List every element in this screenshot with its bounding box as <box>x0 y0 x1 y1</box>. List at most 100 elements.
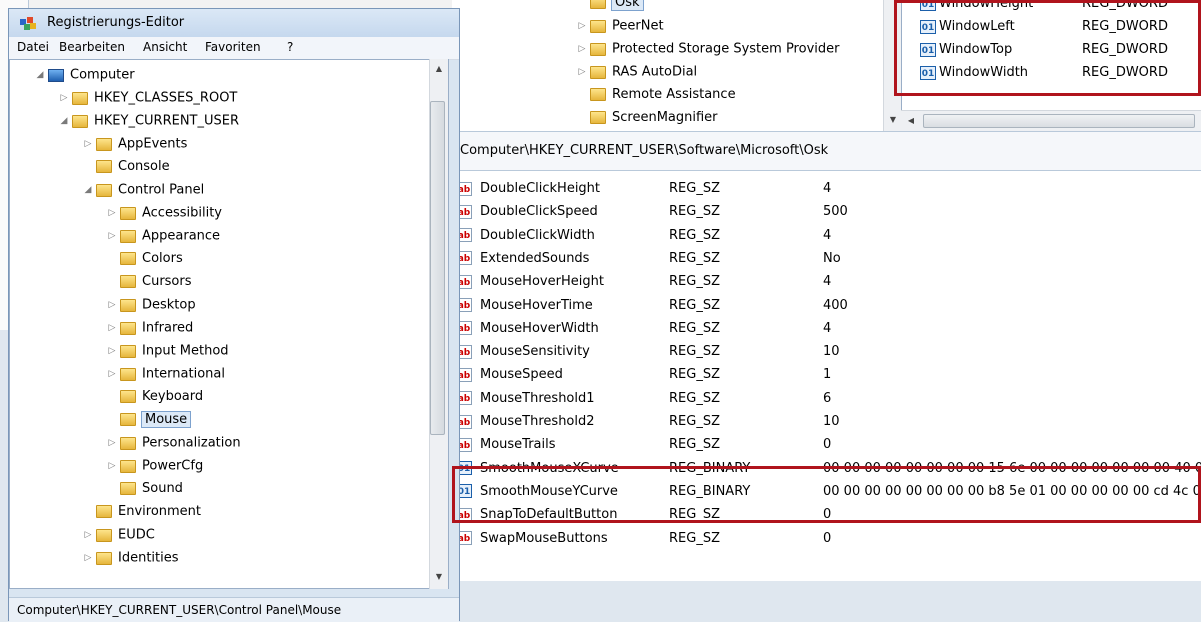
tree-node[interactable]: ◢ Computer <box>34 64 135 86</box>
title-bar[interactable]: Registrierungs-Editor <box>9 9 459 37</box>
expand-toggle-icon[interactable]: ▷ <box>106 432 118 454</box>
value-data: 4 <box>823 274 832 290</box>
scroll-down-arrow-icon[interactable]: ▼ <box>431 569 447 585</box>
top-tree-node[interactable]: ▷ Protected Storage System Provider <box>576 38 840 60</box>
tree-node-label: Identities <box>118 550 179 566</box>
tree-node[interactable]: ▷ Infrared <box>106 317 194 339</box>
expand-toggle-icon[interactable]: ▷ <box>106 317 118 339</box>
value-type: REG_SZ <box>669 181 720 196</box>
value-name: SwapMouseButtons <box>480 530 608 546</box>
top-tree-node[interactable]: ScreenMagnifier <box>576 107 718 129</box>
menu-ansicht[interactable]: Ansicht <box>143 40 187 54</box>
tree-scroll-thumb[interactable] <box>430 101 445 435</box>
expand-toggle-icon[interactable]: ▷ <box>82 547 94 569</box>
value-row[interactable]: ab DoubleClickWidth REG_SZ 4 <box>456 224 1196 247</box>
value-data: 4 <box>823 320 832 336</box>
value-row[interactable]: ab MouseThreshold1 REG_SZ 6 <box>456 387 1196 410</box>
value-row[interactable]: ab SwapMouseButtons REG_SZ 0 <box>456 527 1196 550</box>
tree-node[interactable]: ▷ Desktop <box>106 294 196 316</box>
top-tree-node-label: Protected Storage System Provider <box>612 41 840 57</box>
tree-node[interactable]: ▷ HKEY_CLASSES_ROOT <box>58 87 238 109</box>
tree-node[interactable]: ▷ AppEvents <box>82 133 188 155</box>
value-row[interactable]: ab MouseTrails REG_SZ 0 <box>456 433 1196 456</box>
tree-node[interactable]: Mouse <box>106 409 192 431</box>
tree-node[interactable]: Console <box>82 156 170 178</box>
value-row[interactable]: ab DoubleClickHeight REG_SZ 4 <box>456 177 1196 200</box>
tree-node[interactable]: ▷ Personalization <box>106 432 241 454</box>
value-name: MouseHoverTime <box>480 297 593 313</box>
top-tree-node[interactable]: ▷ RAS AutoDial <box>576 61 698 83</box>
tree-node[interactable]: ▷ International <box>106 363 225 385</box>
value-row[interactable]: ab DoubleClickSpeed REG_SZ 500 <box>456 200 1196 223</box>
top-statusbar: Computer\HKEY_CURRENT_USER\Software\Micr… <box>452 131 1201 171</box>
tree-node[interactable]: ▷ PowerCfg <box>106 455 204 477</box>
value-row[interactable]: ab MouseSensitivity REG_SZ 10 <box>456 340 1196 363</box>
value-data: 6 <box>823 390 832 406</box>
value-row[interactable]: ab MouseSpeed REG_SZ 1 <box>456 363 1196 386</box>
menu-bearbeiten[interactable]: Bearbeiten <box>59 40 125 54</box>
expand-toggle-icon[interactable]: ▷ <box>58 87 70 109</box>
desktop-background <box>452 581 1201 621</box>
tree-node[interactable]: Environment <box>82 501 201 523</box>
folder-icon <box>590 42 606 56</box>
expand-toggle-icon[interactable]: ▷ <box>106 363 118 385</box>
tree-node[interactable]: ▷ Input Method <box>106 340 229 362</box>
tree-node[interactable]: ◢ HKEY_CURRENT_USER <box>58 110 239 132</box>
tree-node[interactable]: Colors <box>106 248 183 270</box>
expand-toggle-icon[interactable]: ▷ <box>106 455 118 477</box>
tree-node-label: EUDC <box>118 527 155 543</box>
scroll-down-arrow-icon[interactable]: ▼ <box>885 112 901 128</box>
top-values-hscrollbar[interactable]: ◀ <box>901 110 1201 132</box>
tree-node[interactable]: Cursors <box>106 271 192 293</box>
tree-node[interactable]: Keyboard <box>106 386 203 408</box>
tree-node[interactable]: Sound <box>106 478 183 500</box>
value-row[interactable]: ab MouseHoverHeight REG_SZ 4 <box>456 270 1196 293</box>
expand-toggle-icon[interactable]: ▷ <box>106 340 118 362</box>
registry-editor-window: Registrierungs-Editor Datei Bearbeiten A… <box>8 8 460 622</box>
expand-toggle-icon[interactable]: ◢ <box>34 64 46 86</box>
value-row[interactable]: ab MouseHoverTime REG_SZ 400 <box>456 294 1196 317</box>
expand-toggle-icon[interactable]: ◢ <box>82 179 94 201</box>
value-row[interactable]: ab MouseHoverWidth REG_SZ 4 <box>456 317 1196 340</box>
tree-node[interactable]: ▷ Appearance <box>106 225 221 247</box>
value-type: REG_SZ <box>669 414 720 429</box>
value-data: 0 <box>823 437 832 453</box>
tree-node[interactable]: ▷ Identities <box>82 547 179 569</box>
value-data: 1 <box>823 367 832 383</box>
top-tree-node[interactable]: Remote Assistance <box>576 84 736 106</box>
top-tree-node-label: Remote Assistance <box>612 87 736 102</box>
expand-toggle-icon[interactable]: ▷ <box>82 524 94 546</box>
value-row[interactable]: ab ExtendedSounds REG_SZ No <box>456 247 1196 270</box>
top-tree-node[interactable]: ▷ PeerNet <box>576 15 664 37</box>
expand-toggle-icon[interactable]: ▷ <box>82 133 94 155</box>
expand-toggle-icon[interactable]: ▷ <box>106 294 118 316</box>
expand-toggle-icon[interactable]: ▷ <box>106 225 118 247</box>
menu-favoriten[interactable]: Favoriten <box>205 40 261 54</box>
computer-icon <box>48 68 64 82</box>
expand-toggle-icon[interactable]: ▷ <box>576 15 588 37</box>
tree-node-label: Desktop <box>142 297 196 313</box>
expand-toggle-icon[interactable]: ▷ <box>576 38 588 60</box>
tree-node[interactable]: ▷ Accessibility <box>106 202 222 224</box>
menu-datei[interactable]: Datei <box>17 40 49 54</box>
value-name: MouseTrails <box>480 437 556 453</box>
tree-node[interactable]: ◢ Control Panel <box>82 179 205 201</box>
value-data: 10 <box>823 414 840 429</box>
value-row[interactable]: ab MouseThreshold2 REG_SZ 10 <box>456 410 1196 433</box>
folder-icon <box>120 482 136 495</box>
tree-node[interactable]: ▷ EUDC <box>82 524 155 546</box>
menu-help[interactable]: ? <box>287 40 293 54</box>
expand-toggle-icon[interactable]: ▷ <box>106 202 118 224</box>
top-tree-node[interactable]: Osk <box>576 0 644 14</box>
expand-toggle-icon[interactable]: ◢ <box>58 110 70 132</box>
scroll-up-arrow-icon[interactable]: ▲ <box>431 61 447 77</box>
tree-node-label: Sound <box>142 481 183 496</box>
scroll-left-arrow-icon[interactable]: ◀ <box>903 113 919 129</box>
window-title: Registrierungs-Editor <box>47 15 185 30</box>
key-tree[interactable]: ◢ Computer ▷ HKEY_CLASSES_ROOT ◢ HKEY_CURRENT… <box>9 59 449 589</box>
value-type: REG_SZ <box>669 297 720 313</box>
tree-node-label: Environment <box>118 504 202 519</box>
expand-toggle-icon[interactable]: ▷ <box>576 61 588 83</box>
hscroll-thumb[interactable] <box>923 114 1195 128</box>
folder-icon <box>120 459 136 473</box>
